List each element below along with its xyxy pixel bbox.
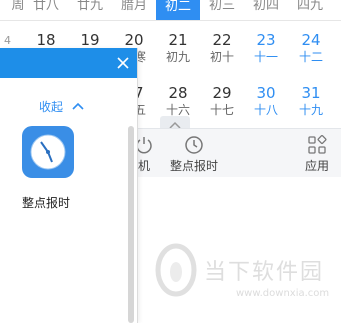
day-number: 19 xyxy=(80,31,100,49)
calendar-divider xyxy=(0,20,341,21)
selected-day-header[interactable]: 初二 xyxy=(156,0,200,20)
calendar-day[interactable]: 24 十二 xyxy=(289,31,333,65)
lunar-date: 十七 xyxy=(209,103,234,117)
calendar-header-row: 周 廿八 廿九 腊月 初二 初三 初四 四九 xyxy=(0,0,341,20)
bottom-toolbar: 关机 整点报时 应用 xyxy=(126,128,341,177)
day-number: 24 xyxy=(301,31,321,49)
lunar-header-5: 初三 xyxy=(208,0,235,13)
lunar-header-1: 廿八 xyxy=(32,0,59,13)
watermark-logo: 当下软件园 www.downxia.com xyxy=(150,240,330,310)
hourly-chime-button[interactable]: 整点报时 xyxy=(166,135,222,174)
lunar-date: 十一 xyxy=(253,50,278,64)
clock-icon xyxy=(185,136,203,154)
day-number: 31 xyxy=(301,84,321,102)
day-number: 22 xyxy=(212,31,232,49)
day-number: 20 xyxy=(124,31,144,49)
calendar-day[interactable]: 18 xyxy=(24,31,68,49)
lunar-header-6: 初四 xyxy=(252,0,279,13)
chevron-up-icon xyxy=(72,102,84,110)
panel-header xyxy=(0,48,137,78)
lunar-header-2: 廿九 xyxy=(76,0,103,13)
day-number: 18 xyxy=(36,31,56,49)
collapse-label: 收起 xyxy=(39,100,64,114)
apps-grid-icon xyxy=(308,135,327,154)
lunar-date: 初九 xyxy=(165,50,190,64)
lunar-date: 初十 xyxy=(209,50,234,64)
day-number: 30 xyxy=(256,84,276,102)
calendar-day[interactable]: 28 十六 xyxy=(156,84,200,118)
hourly-chime-app-label[interactable]: 整点报时 xyxy=(22,194,70,211)
calendar-day[interactable]: 19 xyxy=(68,31,112,49)
calendar-day[interactable]: 31 十九 xyxy=(289,84,333,118)
calendar-day[interactable]: 21 初九 xyxy=(156,31,200,65)
hourly-chime-label: 整点报时 xyxy=(169,159,218,173)
panel-scrollbar[interactable] xyxy=(128,126,134,323)
clock-icon xyxy=(30,134,66,170)
day-number: 29 xyxy=(212,84,232,102)
day-number: 23 xyxy=(256,31,276,49)
lunar-header-3: 腊月 xyxy=(120,0,147,13)
collapse-button[interactable]: 收起 xyxy=(39,98,85,115)
calendar-day[interactable]: 23 十一 xyxy=(244,31,288,65)
close-icon xyxy=(117,57,129,69)
day-number: 28 xyxy=(168,84,188,102)
calendar-day[interactable]: 30 十八 xyxy=(244,84,288,118)
week-number: 4 xyxy=(4,34,11,47)
lunar-date: 十九 xyxy=(298,103,323,117)
calendar-day[interactable]: 29 十七 xyxy=(200,84,244,118)
app-panel: 收起 整点报时 xyxy=(0,48,138,323)
watermark-url: www.downxia.com xyxy=(236,288,330,299)
apps-label: 应用 xyxy=(304,159,329,173)
toolbar-collapse-tab[interactable] xyxy=(160,116,190,129)
lunar-header-7: 四九 xyxy=(296,0,323,13)
watermark-title: 当下软件园 xyxy=(204,260,325,285)
lunar-date: 十八 xyxy=(253,103,278,117)
lunar-date: 十二 xyxy=(298,50,323,64)
hourly-chime-app-icon[interactable] xyxy=(22,126,74,178)
apps-button[interactable]: 应用 xyxy=(300,135,334,174)
calendar-day[interactable]: 22 初十 xyxy=(200,31,244,65)
day-number: 21 xyxy=(168,31,188,49)
close-button[interactable] xyxy=(113,53,133,73)
